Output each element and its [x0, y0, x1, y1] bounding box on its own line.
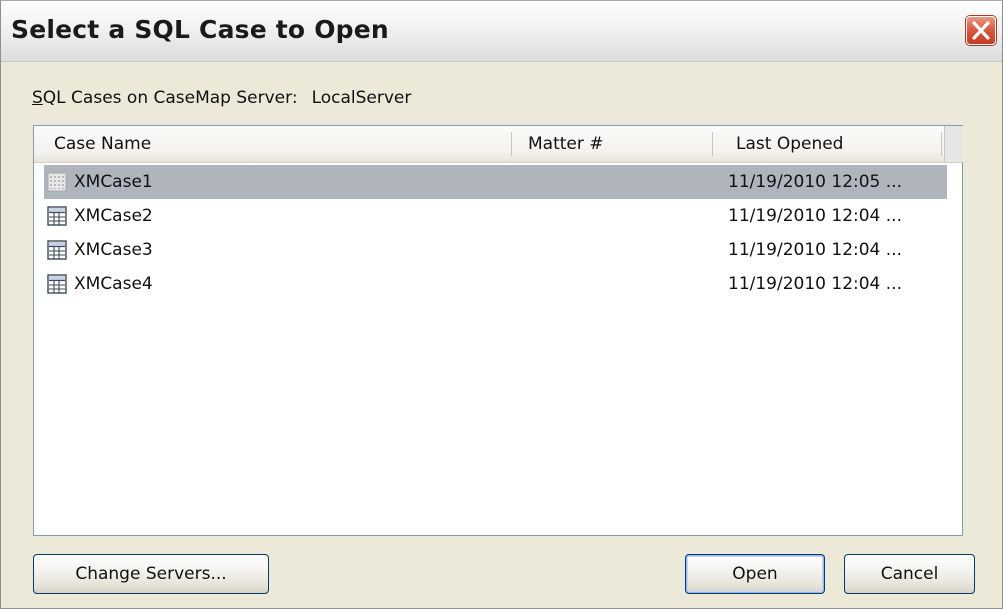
- matter-number: [514, 233, 694, 267]
- header-filler: [944, 126, 963, 162]
- matter-number: [514, 267, 694, 301]
- column-header-case-name[interactable]: Case Name: [38, 126, 510, 162]
- case-row[interactable]: XMCase2 11/19/2010 12:04 ...: [44, 199, 947, 233]
- open-button[interactable]: Open: [685, 554, 825, 594]
- database-icon: [47, 240, 67, 260]
- case-name: XMCase1: [74, 172, 153, 192]
- case-row[interactable]: XMCase1 11/19/2010 12:05 ...: [44, 165, 947, 199]
- dialog-window: Select a SQL Case to Open SQL Cases on C…: [0, 0, 1003, 609]
- matter-number: [514, 199, 694, 233]
- case-name: XMCase4: [74, 274, 153, 294]
- case-row[interactable]: XMCase4 11/19/2010 12:04 ...: [44, 267, 947, 301]
- server-label-accesskey: S: [32, 88, 43, 108]
- case-name: XMCase2: [74, 206, 153, 226]
- close-button[interactable]: [966, 16, 996, 45]
- last-opened: 11/19/2010 12:05 ...: [728, 172, 902, 192]
- column-header-last-opened[interactable]: Last Opened: [720, 126, 940, 162]
- database-icon: [47, 172, 67, 192]
- close-icon: [972, 21, 990, 40]
- server-label-text: QL Cases on CaseMap Server:: [42, 88, 298, 108]
- title-bar[interactable]: Select a SQL Case to Open: [1, 1, 1002, 62]
- case-row[interactable]: XMCase3 11/19/2010 12:04 ...: [44, 233, 947, 267]
- dialog-title: Select a SQL Case to Open: [11, 15, 389, 44]
- database-icon: [47, 274, 67, 294]
- cancel-button[interactable]: Cancel: [844, 554, 975, 594]
- database-icon: [47, 206, 67, 226]
- column-header-matter[interactable]: Matter #: [512, 126, 712, 162]
- last-opened: 11/19/2010 12:04 ...: [728, 274, 902, 294]
- change-servers-button[interactable]: Change Servers...: [33, 554, 269, 594]
- server-label: SQL Cases on CaseMap Server:: [32, 88, 298, 108]
- case-name: XMCase3: [74, 240, 153, 260]
- case-list[interactable]: Case Name Matter # Last Opened XMCase1 1: [33, 125, 963, 536]
- last-opened: 11/19/2010 12:04 ...: [728, 206, 902, 226]
- column-divider[interactable]: [712, 132, 713, 156]
- server-info: SQL Cases on CaseMap Server: LocalServer: [32, 88, 411, 108]
- matter-number: [514, 165, 694, 199]
- column-divider[interactable]: [941, 132, 942, 156]
- server-name: LocalServer: [311, 88, 412, 108]
- last-opened: 11/19/2010 12:04 ...: [728, 240, 902, 260]
- list-header: Case Name Matter # Last Opened: [34, 126, 963, 163]
